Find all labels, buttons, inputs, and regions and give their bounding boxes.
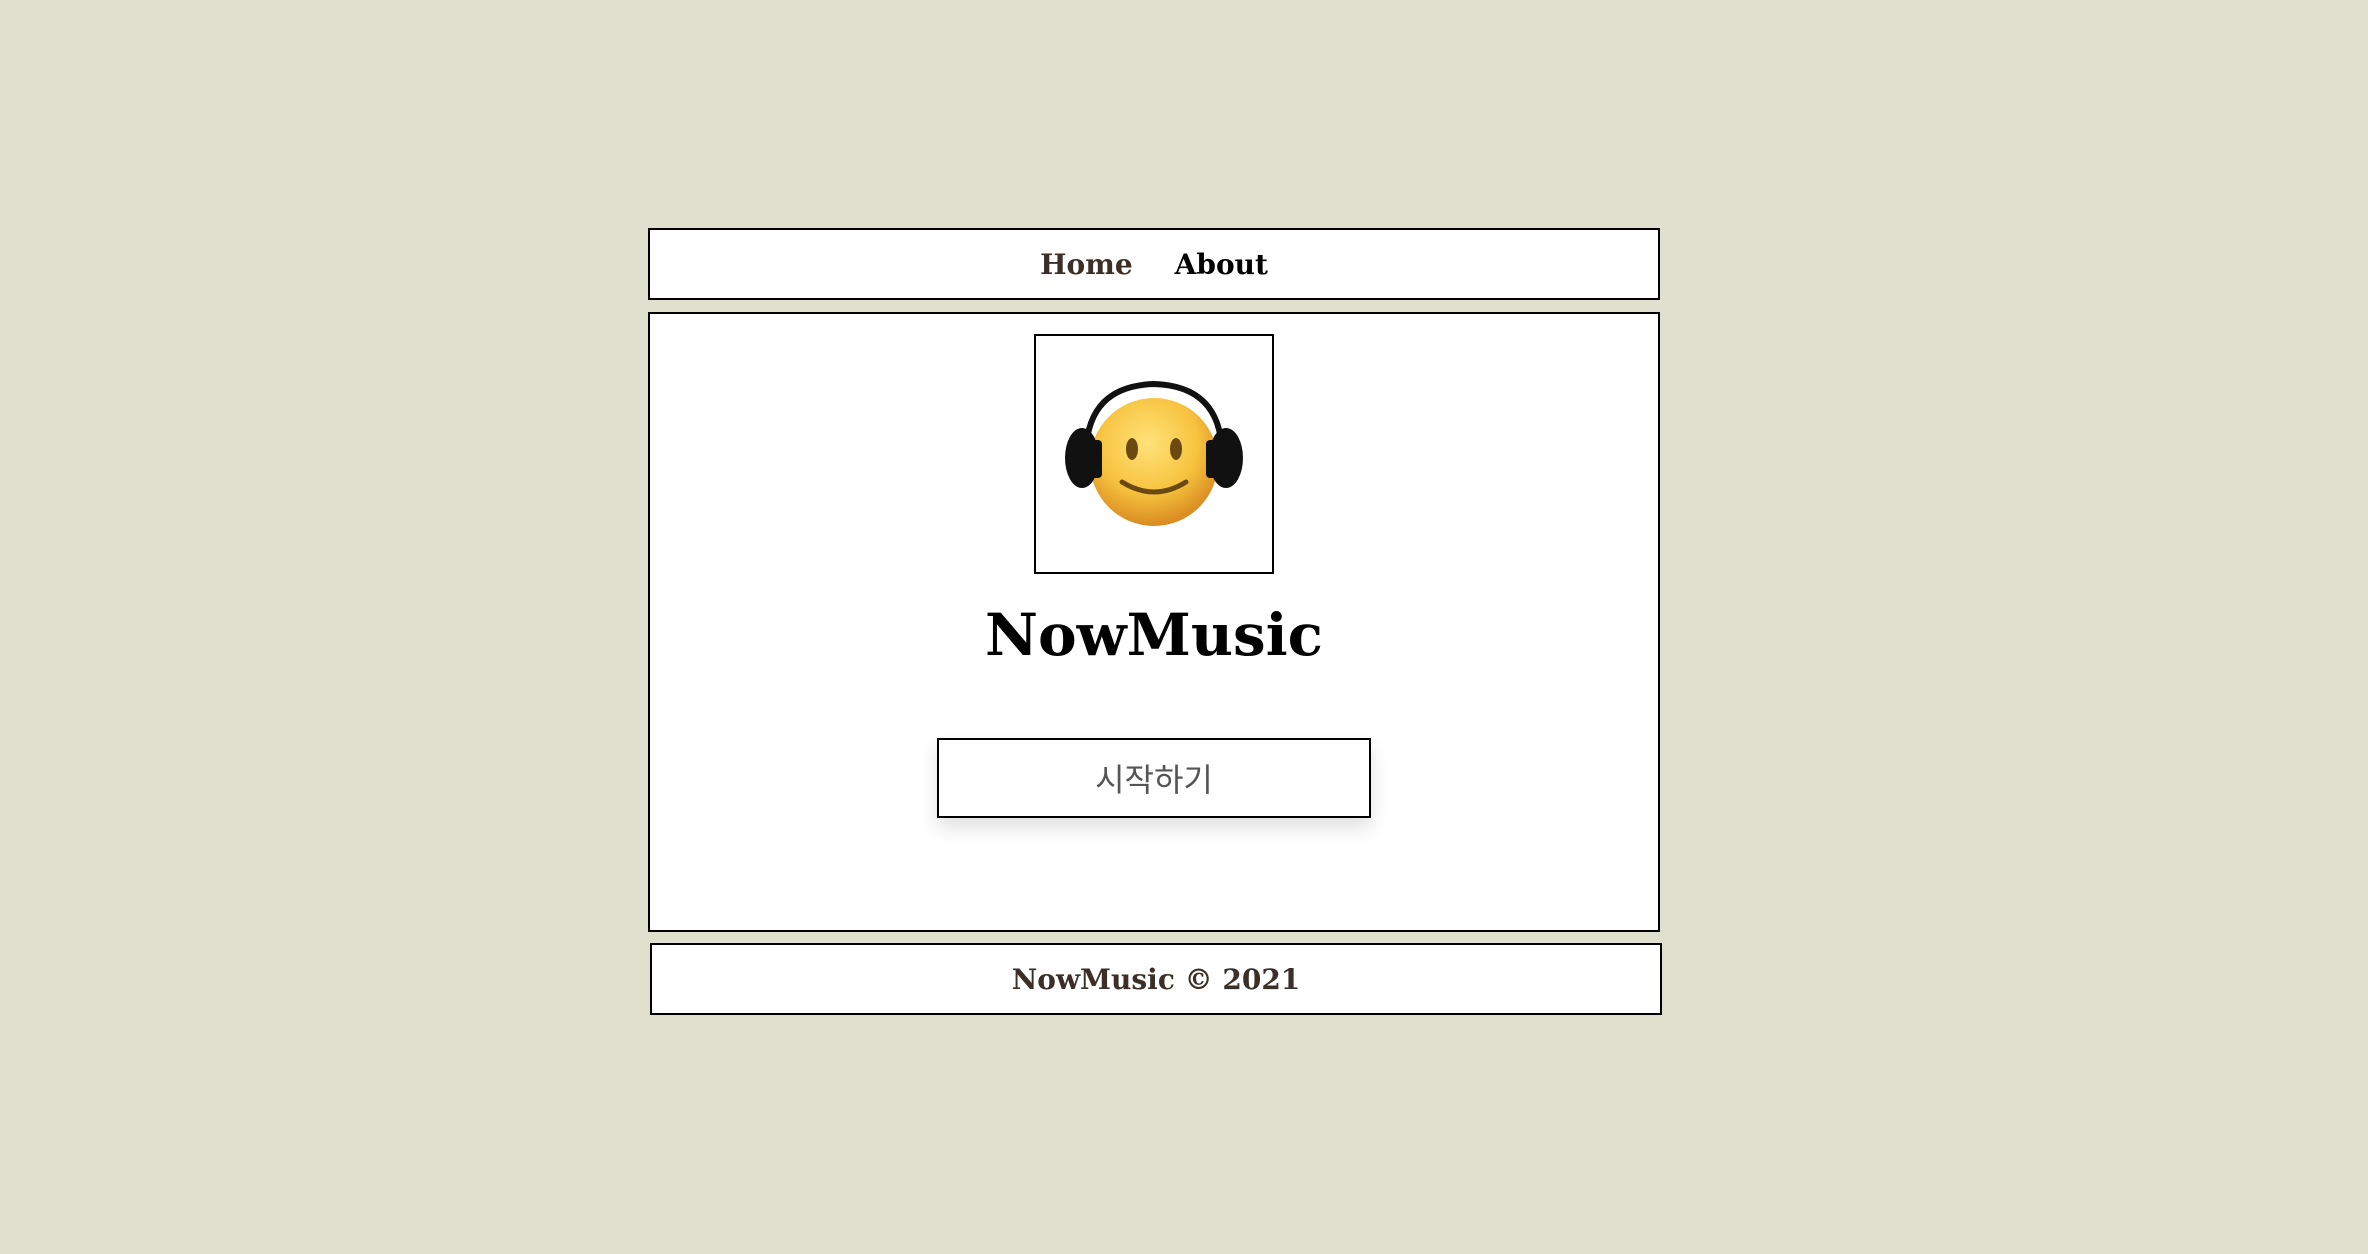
nav-home-link[interactable]: Home (1040, 248, 1133, 281)
footer: NowMusic © 2021 (650, 943, 1662, 1015)
top-nav: Home About (648, 228, 1660, 300)
nav-about-link[interactable]: About (1175, 248, 1268, 281)
logo-frame (1034, 334, 1274, 574)
main-panel: NowMusic 시작하기 (648, 312, 1660, 932)
start-button[interactable]: 시작하기 (937, 738, 1371, 818)
headphones-smiley-icon (1065, 380, 1243, 526)
page-title: NowMusic (984, 601, 1323, 669)
footer-text: NowMusic © 2021 (1011, 962, 1301, 996)
